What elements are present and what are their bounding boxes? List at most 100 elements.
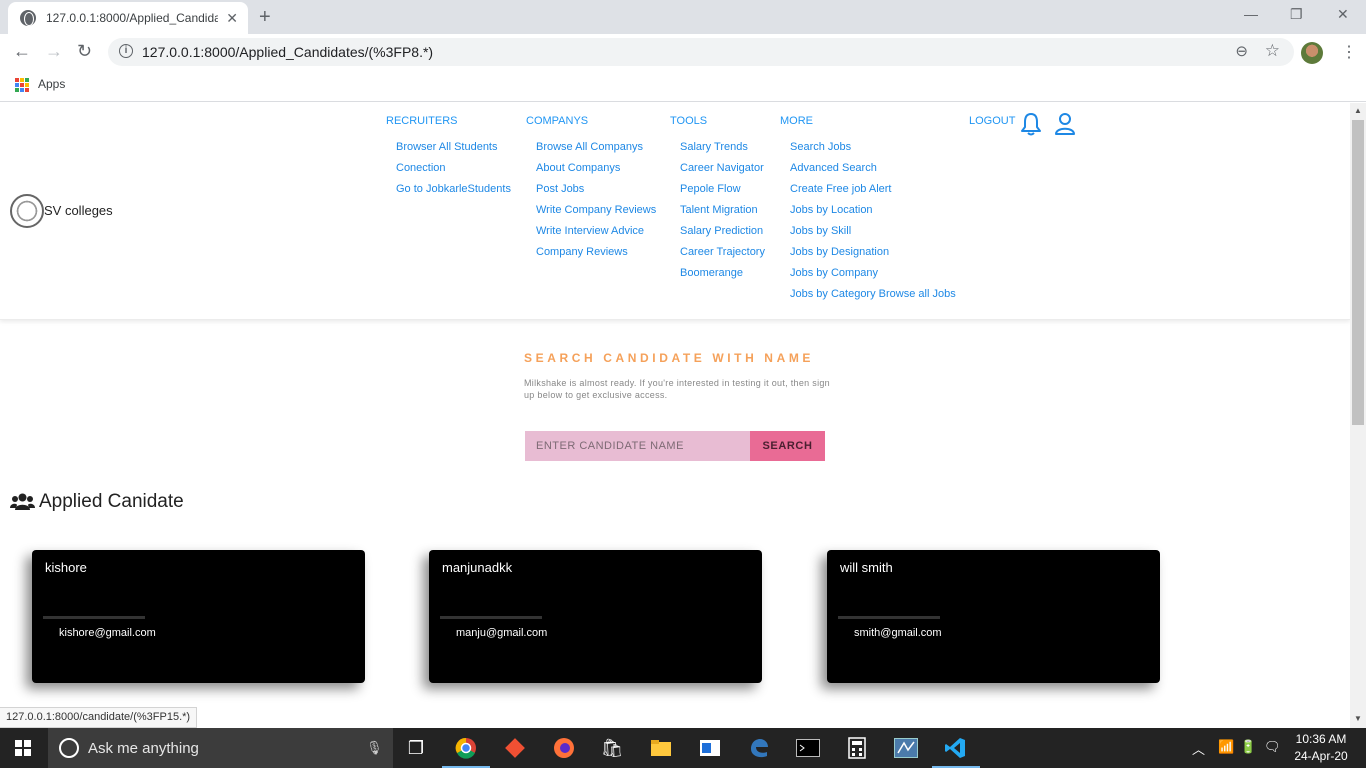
candidate-name[interactable]: will smith <box>840 560 893 575</box>
back-icon[interactable]: ← <box>13 41 31 62</box>
apps-bookmark[interactable]: Apps <box>38 77 65 91</box>
nav-link[interactable]: About Companys <box>536 162 656 183</box>
forward-icon[interactable]: → <box>45 41 63 62</box>
status-bar-url: 127.0.0.1:8000/candidate/(%3FP15.*) <box>0 707 198 728</box>
brand-name[interactable]: SV colleges <box>44 203 113 218</box>
users-icon <box>10 493 35 510</box>
nav-link[interactable]: Create Free job Alert <box>790 183 956 204</box>
nav-column-tools: TOOLS Salary Trends Career Navigator Pep… <box>670 115 765 288</box>
nav-link[interactable]: Write Interview Advice <box>536 225 656 246</box>
nav-link[interactable]: Advanced Search <box>790 162 956 183</box>
nav-link[interactable]: Search Jobs <box>790 141 956 162</box>
nav-link[interactable]: Conection <box>396 162 511 183</box>
microphone-icon[interactable]: 🎙 <box>366 740 383 756</box>
candidate-name[interactable]: kishore <box>45 560 87 575</box>
edge-icon[interactable] <box>746 735 772 761</box>
address-bar[interactable]: i 127.0.0.1:8000/Applied_Candidates/(%3F… <box>108 38 1294 66</box>
nav-link[interactable]: Browse All Companys <box>536 141 656 162</box>
logout-link[interactable]: LOGOUT <box>969 115 1015 127</box>
nav-column-companys: COMPANYS Browse All Companys About Compa… <box>526 115 656 267</box>
nav-heading[interactable]: COMPANYS <box>526 115 656 128</box>
git-icon[interactable] <box>502 735 528 761</box>
reload-icon[interactable]: ↻ <box>77 41 92 62</box>
browser-toolbar: ← → ↻ i 127.0.0.1:8000/Applied_Candidate… <box>0 34 1366 70</box>
scroll-down-icon[interactable]: ▼ <box>1354 714 1362 723</box>
nav-link[interactable]: Jobs by Category Browse all Jobs <box>790 288 956 309</box>
vscode-icon[interactable] <box>942 735 968 761</box>
windows-start-icon[interactable] <box>15 740 31 756</box>
chrome-icon[interactable] <box>453 735 479 761</box>
search-button[interactable]: SEARCH <box>750 431 825 461</box>
search-title: SEARCH CANDIDATE WITH NAME <box>524 351 815 365</box>
cortana-search-box[interactable]: Ask me anything 🎙 <box>48 728 393 768</box>
nav-link[interactable]: Go to JobkarleStudents <box>396 183 511 204</box>
new-tab-button[interactable]: + <box>259 6 271 29</box>
file-explorer-icon[interactable] <box>648 735 674 761</box>
nav-link[interactable]: Salary Prediction <box>680 225 765 246</box>
restore-icon[interactable]: ❐ <box>1290 6 1303 23</box>
nav-link[interactable]: Salary Trends <box>680 141 765 162</box>
bell-icon[interactable] <box>1020 112 1042 136</box>
nav-link[interactable]: Jobs by Company <box>790 267 956 288</box>
terminal-icon[interactable] <box>795 735 821 761</box>
candidate-card[interactable]: manjunadkk manju@gmail.com <box>429 550 762 683</box>
nav-link[interactable]: Career Trajectory <box>680 246 765 267</box>
browser-menu-icon[interactable]: ⋮ <box>1341 42 1357 62</box>
candidate-name-input[interactable] <box>525 431 751 461</box>
nav-link[interactable]: Write Company Reviews <box>536 204 656 225</box>
apps-grid-icon[interactable] <box>15 78 29 92</box>
task-view-icon[interactable]: ❐ <box>403 735 429 761</box>
nav-link[interactable]: Jobs by Location <box>790 204 956 225</box>
nav-link[interactable]: Career Navigator <box>680 162 765 183</box>
profile-avatar[interactable] <box>1301 42 1323 64</box>
candidate-card[interactable]: will smith smith@gmail.com <box>827 550 1160 683</box>
scrollbar-thumb[interactable] <box>1352 120 1364 425</box>
browser-tab-strip: 127.0.0.1:8000/Applied_Candidat ✕ + — ❐ … <box>0 0 1366 34</box>
candidate-email: smith@gmail.com <box>854 627 942 639</box>
store-icon[interactable]: 🛍 <box>599 735 625 761</box>
network-icon[interactable]: 📶 <box>1218 739 1234 755</box>
candidate-email: kishore@gmail.com <box>59 627 156 639</box>
college-logo[interactable] <box>10 194 44 228</box>
nav-heading[interactable]: MORE <box>780 115 956 128</box>
nav-link[interactable]: Boomerange <box>680 267 765 288</box>
battery-icon[interactable]: 🔋 <box>1240 739 1256 755</box>
database-app-icon[interactable] <box>893 735 919 761</box>
minimize-icon[interactable]: — <box>1244 6 1258 22</box>
notifications-icon[interactable]: 🗨 <box>1264 739 1281 755</box>
windows-taskbar: Ask me anything 🎙 ❐ 🛍 ︿ 📶 🔋 🗨 10:36 AM 2… <box>0 728 1366 768</box>
nav-link[interactable]: Jobs by Designation <box>790 246 956 267</box>
candidate-name[interactable]: manjunadkk <box>442 560 512 575</box>
scroll-up-icon[interactable]: ▲ <box>1354 106 1362 115</box>
applied-title-text: Applied Canidate <box>39 491 184 512</box>
nav-link[interactable]: Pepole Flow <box>680 183 765 204</box>
user-icon[interactable] <box>1054 112 1076 136</box>
search-description: Milkshake is almost ready. If you're int… <box>524 378 830 400</box>
nav-link[interactable]: Jobs by Skill <box>790 225 956 246</box>
bookmark-star-icon[interactable]: ☆ <box>1265 41 1280 61</box>
nav-heading[interactable]: TOOLS <box>670 115 765 128</box>
calculator-icon[interactable] <box>844 735 870 761</box>
page-viewport: SV colleges RECRUITERS Browser All Stude… <box>0 103 1350 728</box>
firefox-icon[interactable] <box>551 735 577 761</box>
tab-close-icon[interactable]: ✕ <box>226 10 238 27</box>
browser-tab[interactable]: 127.0.0.1:8000/Applied_Candidat ✕ <box>8 2 248 34</box>
nav-heading[interactable]: RECRUITERS <box>386 115 511 128</box>
zoom-icon[interactable]: ⊖ <box>1235 42 1248 60</box>
app-window-icon[interactable] <box>697 735 723 761</box>
system-clock[interactable]: 10:36 AM 24-Apr-20 <box>1286 731 1356 765</box>
nav-link[interactable]: Post Jobs <box>536 183 656 204</box>
nav-column-more: MORE Search Jobs Advanced Search Create … <box>780 115 956 309</box>
address-url[interactable]: 127.0.0.1:8000/Applied_Candidates/(%3FP8… <box>142 44 433 60</box>
tab-title: 127.0.0.1:8000/Applied_Candidat <box>46 11 219 25</box>
candidate-email: manju@gmail.com <box>456 627 548 639</box>
tray-chevron-icon[interactable]: ︿ <box>1192 739 1205 758</box>
info-icon[interactable]: i <box>119 44 133 58</box>
site-header: SV colleges RECRUITERS Browser All Stude… <box>0 103 1350 320</box>
nav-link[interactable]: Talent Migration <box>680 204 765 225</box>
close-window-icon[interactable]: ✕ <box>1337 6 1349 23</box>
nav-link[interactable]: Company Reviews <box>536 246 656 267</box>
nav-link[interactable]: Browser All Students <box>396 141 511 162</box>
candidate-card[interactable]: kishore kishore@gmail.com <box>32 550 365 683</box>
cortana-icon <box>59 738 79 758</box>
